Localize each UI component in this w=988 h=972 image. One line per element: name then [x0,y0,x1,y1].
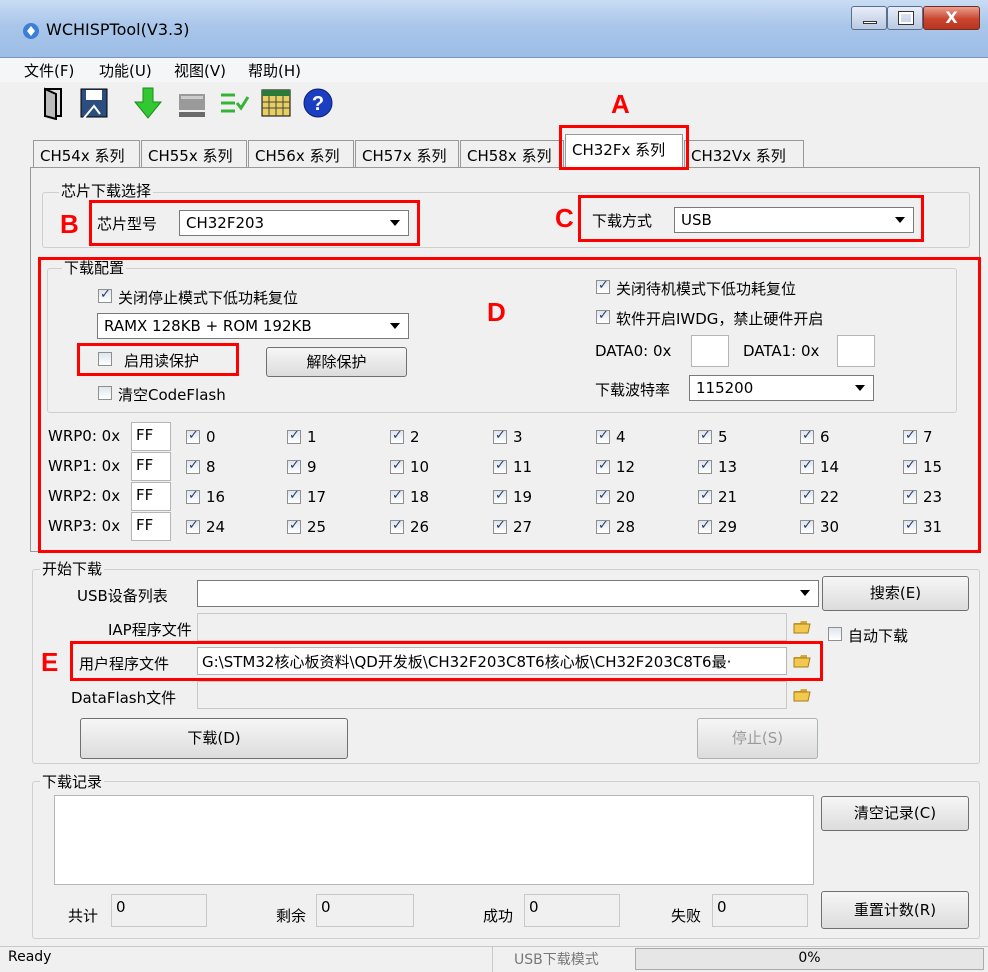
window-title: WCHISPTool(V3.3) [46,20,190,39]
device-icon[interactable] [176,86,208,120]
open-folder-icon[interactable] [38,86,70,120]
iap-file-input[interactable] [197,613,787,641]
total-label: 共计 [68,907,99,925]
success-value: 0 [524,894,620,927]
menu-view[interactable]: 视图(V) [174,60,226,81]
fail-value: 0 [712,894,808,927]
total-value: 0 [111,894,207,927]
stop-button[interactable]: 停止(S) [697,718,818,759]
download-log-group-label: 下载记录 [40,771,105,792]
highlight-a [559,125,689,170]
clear-log-button[interactable]: 清空记录(C) [821,796,969,831]
remaining-label: 剩余 [276,907,307,925]
menu-help[interactable]: 帮助(H) [248,60,301,81]
progress-bar: 0% [635,948,984,970]
tab-ch57x[interactable]: CH57x 系列 [355,140,459,168]
usb-device-list-label: USB设备列表 [77,587,168,605]
dataflash-file-input[interactable] [197,681,787,709]
app-icon [23,23,39,39]
list-check-icon[interactable] [218,86,250,120]
tab-ch56x[interactable]: CH56x 系列 [248,140,354,168]
menu-file[interactable]: 文件(F) [24,60,74,81]
progress-text: 0% [798,950,821,966]
download-button[interactable]: 下载(D) [80,718,348,759]
dataflash-folder-icon[interactable] [793,688,811,702]
download-log-textarea[interactable] [54,795,814,885]
status-mode: USB下载模式 [514,952,599,968]
start-download-group-label: 开始下载 [40,558,105,579]
auto-download-label: 自动下载 [848,627,909,645]
success-label: 成功 [483,907,514,925]
save-icon[interactable] [78,86,110,120]
highlight-c [578,195,924,242]
auto-download-checkbox[interactable] [828,627,842,641]
maximize-icon [898,11,914,25]
highlight-d [38,257,981,553]
chip-select-group-label: 芯片下载选择 [59,180,154,201]
svg-text:?: ? [312,93,324,115]
close-icon: X [945,8,958,27]
calendar-grid-icon[interactable] [260,86,292,120]
highlight-b [89,200,420,246]
marker-e: E [41,647,59,677]
marker-b: B [60,209,79,239]
tab-ch54x[interactable]: CH54x 系列 [33,140,140,168]
iap-folder-icon[interactable] [793,620,811,634]
marker-c: C [555,203,574,233]
iap-file-label: IAP程序文件 [108,621,192,639]
dataflash-file-label: DataFlash文件 [71,689,177,707]
help-icon[interactable]: ? [302,86,334,120]
status-divider [492,946,493,972]
search-button[interactable]: 搜索(E) [822,576,969,611]
marker-a: A [611,89,630,119]
download-arrow-icon[interactable] [132,86,164,120]
reset-count-button[interactable]: 重置计数(R) [821,891,969,929]
remaining-value: 0 [316,894,414,927]
maximize-button[interactable] [887,6,923,30]
minimize-icon [863,21,877,24]
close-button[interactable]: X [923,6,980,30]
highlight-e [70,641,823,681]
tab-ch58x[interactable]: CH58x 系列 [460,140,564,168]
chevron-down-icon [800,590,810,596]
menu-function[interactable]: 功能(U) [99,60,152,81]
tab-ch32vx[interactable]: CH32Vx 系列 [684,140,804,168]
fail-label: 失败 [671,907,702,925]
tab-ch55x[interactable]: CH55x 系列 [141,140,247,168]
usb-device-list-select[interactable] [197,580,819,607]
status-ready: Ready [8,949,52,965]
minimize-button[interactable] [851,6,887,30]
